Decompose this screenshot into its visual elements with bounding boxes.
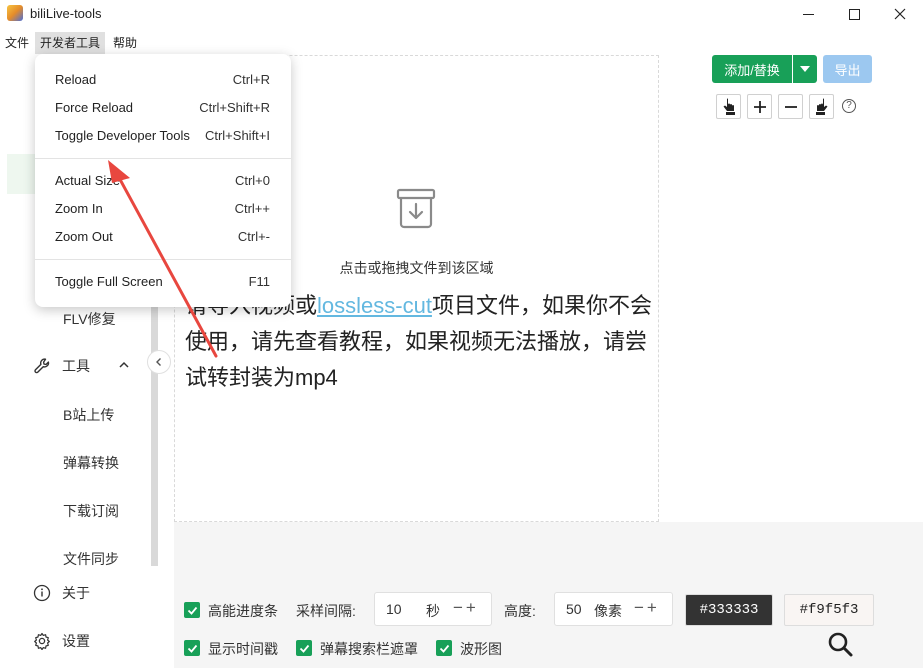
- menu-item-label: Force Reload: [55, 100, 134, 115]
- close-button[interactable]: [877, 0, 923, 28]
- pointing-hand-down-icon: [723, 98, 735, 115]
- color-picker-light[interactable]: #f9f5f3: [784, 594, 874, 626]
- danmaku-mask-checkbox[interactable]: [296, 640, 312, 656]
- help-icon[interactable]: ?: [842, 99, 856, 113]
- color-picker-dark[interactable]: #333333: [685, 594, 773, 626]
- sidebar-item-danmaku-convert[interactable]: 弹幕转换: [63, 453, 119, 473]
- pointing-hand-icon: [815, 98, 827, 115]
- sidebar-collapse-button[interactable]: [147, 350, 171, 374]
- height-unit: 像素: [594, 603, 622, 619]
- menu-item-label: Reload: [55, 72, 97, 87]
- menu-item-label: Toggle Developer Tools: [55, 128, 190, 143]
- chevron-up-icon: [118, 358, 130, 374]
- stepper-minus-plus-icon[interactable]: −+: [453, 598, 479, 618]
- menu-item-shortcut: Ctrl+-: [237, 229, 270, 244]
- waveform-checkbox[interactable]: [436, 640, 452, 656]
- menu-item-zoom-out[interactable]: Zoom Out Ctrl+-: [35, 223, 291, 251]
- close-icon: [894, 8, 906, 20]
- menu-item-shortcut: Ctrl+0: [234, 173, 270, 188]
- menu-item-shortcut: Ctrl+Shift+I: [204, 128, 270, 143]
- maximize-button[interactable]: [831, 0, 877, 28]
- sidebar-item-settings[interactable]: 设置: [0, 621, 150, 661]
- height-label: 高度:: [504, 603, 536, 619]
- archive-download-icon: [396, 188, 436, 229]
- set-start-button[interactable]: [716, 94, 741, 119]
- export-button[interactable]: 导出: [823, 55, 872, 83]
- high-progress-checkbox[interactable]: [184, 602, 200, 618]
- menu-item-shortcut: F11: [248, 274, 270, 289]
- app-logo-icon: [7, 5, 23, 21]
- menu-developer-tools[interactable]: 开发者工具: [35, 32, 106, 54]
- gear-icon: [32, 631, 52, 651]
- wrench-icon: [32, 356, 52, 376]
- danmaku-mask-label: 弹幕搜索栏遮罩: [320, 641, 418, 657]
- waveform-label: 波形图: [460, 641, 502, 657]
- sidebar-item-label: 设置: [62, 633, 90, 649]
- window-title: biliLive-tools: [30, 6, 102, 21]
- sidebar-item-flv-repair[interactable]: FLV修复: [63, 309, 116, 329]
- plus-icon: [753, 100, 766, 113]
- show-timestamp-checkbox[interactable]: [184, 640, 200, 656]
- sidebar-item-about[interactable]: 关于: [0, 573, 150, 613]
- add-replace-button[interactable]: 添加/替换: [712, 55, 792, 83]
- menu-item-toggle-full-screen[interactable]: Toggle Full Screen F11: [35, 268, 291, 296]
- show-timestamp-label: 显示时间戳: [208, 641, 278, 657]
- sample-interval-unit: 秒: [426, 603, 440, 619]
- sidebar-item-label: 关于: [62, 585, 90, 601]
- menu-item-actual-size[interactable]: Actual Size Ctrl+0: [35, 167, 291, 195]
- menu-item-shortcut: Ctrl+Shift+R: [199, 100, 270, 115]
- info-icon: [32, 583, 52, 603]
- sidebar-item-download-subscribe[interactable]: 下载订阅: [63, 501, 119, 521]
- menu-item-toggle-developer-tools[interactable]: Toggle Developer Tools Ctrl+Shift+I: [35, 122, 291, 150]
- height-input[interactable]: 50 像素 −+: [554, 592, 673, 626]
- high-progress-label: 高能进度条: [208, 603, 278, 619]
- menu-bar: 文件 开发者工具 帮助: [0, 30, 923, 54]
- minus-icon: [784, 105, 797, 108]
- remove-segment-button[interactable]: [778, 94, 803, 119]
- menu-item-zoom-in[interactable]: Zoom In Ctrl++: [35, 195, 291, 223]
- set-end-button[interactable]: [809, 94, 834, 119]
- minimize-button[interactable]: [785, 0, 831, 28]
- search-icon[interactable]: [826, 630, 854, 658]
- minimize-icon: [802, 13, 814, 15]
- sidebar-item-label: 工具: [62, 358, 90, 374]
- check-icon: [439, 644, 449, 653]
- title-bar: biliLive-tools: [0, 0, 923, 28]
- stepper-minus-plus-icon[interactable]: −+: [634, 598, 660, 618]
- menu-item-shortcut: Ctrl+R: [232, 72, 270, 87]
- maximize-icon: [848, 8, 860, 20]
- caret-down-icon: [800, 66, 810, 72]
- add-options-dropdown-button[interactable]: [793, 55, 817, 83]
- lossless-cut-link[interactable]: lossless-cut: [317, 293, 432, 318]
- menu-item-label: Zoom In: [55, 201, 103, 216]
- menu-item-reload[interactable]: Reload Ctrl+R: [35, 66, 291, 94]
- menu-file[interactable]: 文件: [0, 32, 34, 54]
- sidebar-item-tools[interactable]: 工具: [0, 346, 150, 386]
- menu-item-label: Zoom Out: [55, 229, 113, 244]
- menu-separator: [35, 158, 291, 159]
- chevron-left-icon: [156, 358, 161, 366]
- menu-item-label: Toggle Full Screen: [55, 274, 163, 289]
- sidebar-item-file-sync[interactable]: 文件同步: [63, 549, 119, 569]
- menu-item-force-reload[interactable]: Force Reload Ctrl+Shift+R: [35, 94, 291, 122]
- menu-item-shortcut: Ctrl++: [234, 201, 270, 216]
- menu-help[interactable]: 帮助: [108, 32, 142, 54]
- check-icon: [187, 644, 197, 653]
- menu-separator: [35, 259, 291, 260]
- add-segment-button[interactable]: [747, 94, 772, 119]
- check-icon: [299, 644, 309, 653]
- height-value: 50: [566, 601, 582, 617]
- sample-interval-value: 10: [386, 601, 402, 617]
- menu-item-label: Actual Size: [55, 173, 121, 188]
- sample-interval-label: 采样间隔:: [296, 603, 356, 619]
- developer-tools-menu: Reload Ctrl+R Force Reload Ctrl+Shift+R …: [35, 54, 291, 307]
- sample-interval-input[interactable]: 10 秒 −+: [374, 592, 492, 626]
- check-icon: [187, 606, 197, 615]
- sidebar-item-bilibili-upload[interactable]: B站上传: [63, 405, 114, 425]
